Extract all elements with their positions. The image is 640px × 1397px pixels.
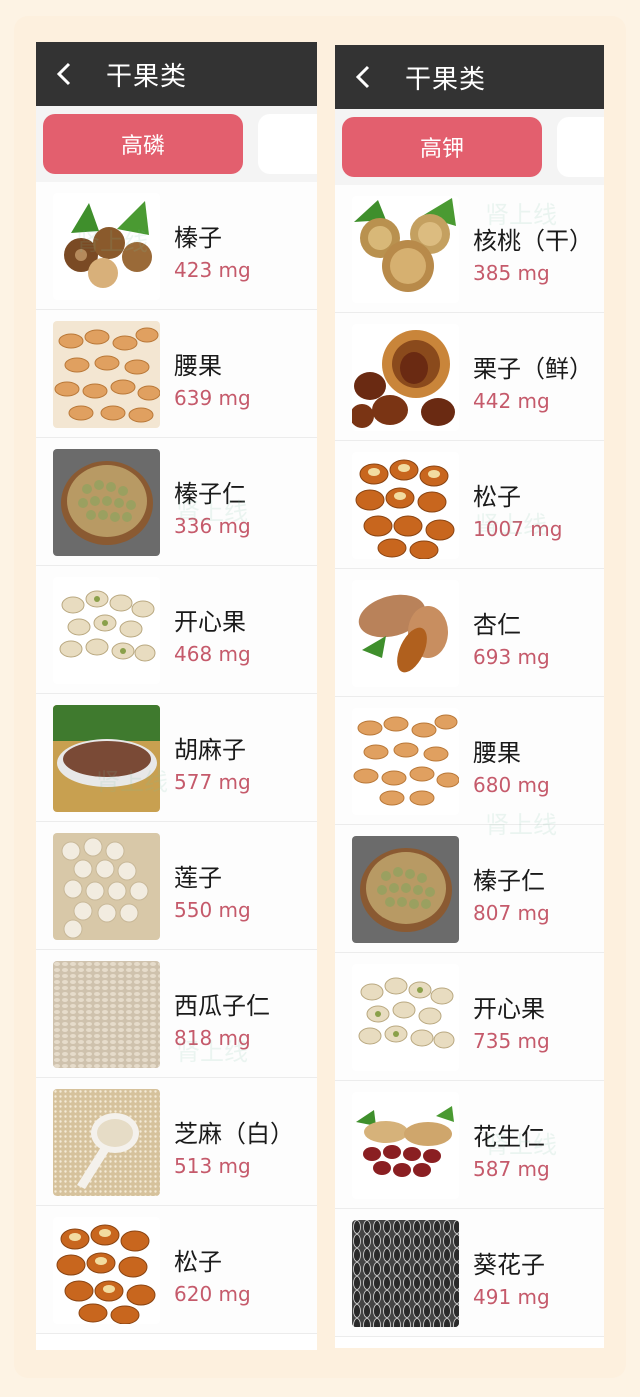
- food-image: [352, 1220, 459, 1327]
- food-amount: 735 mg: [473, 1029, 550, 1053]
- food-image: [53, 193, 160, 300]
- food-amount: 513 mg: [174, 1154, 251, 1178]
- list-item[interactable]: 开心果 735 mg: [335, 953, 604, 1081]
- food-amount: 550 mg: [174, 898, 251, 922]
- food-name: 榛子: [174, 224, 222, 252]
- food-amount: 423 mg: [174, 258, 251, 282]
- back-button[interactable]: [36, 42, 92, 106]
- food-amount: 491 mg: [473, 1285, 550, 1309]
- food-amount: 468 mg: [174, 642, 251, 666]
- list-item[interactable]: 腰果 680 mg: [335, 697, 604, 825]
- food-image: [53, 577, 160, 684]
- food-amount: 693 mg: [473, 645, 550, 669]
- left-tab-bar: 高磷: [36, 106, 317, 182]
- food-amount: 442 mg: [473, 389, 550, 413]
- food-amount: 587 mg: [473, 1157, 550, 1181]
- food-amount: 807 mg: [473, 901, 550, 925]
- food-name: 榛子仁: [473, 867, 545, 895]
- food-image: [352, 452, 459, 559]
- list-item[interactable]: 松子 1007 mg: [335, 441, 604, 569]
- right-header: 干果类: [335, 45, 604, 109]
- food-image: [53, 321, 160, 428]
- list-item[interactable]: 杏仁 693 mg: [335, 569, 604, 697]
- list-item[interactable]: 胡麻子 577 mg: [36, 694, 317, 822]
- food-name: 核桃（干）: [473, 227, 593, 255]
- back-button[interactable]: [335, 45, 391, 109]
- food-name: 西瓜子仁: [174, 992, 270, 1020]
- right-panel: 干果类 高钾 核桃（干） 385 mg 栗子（鲜） 442 mg 松子 1007…: [335, 45, 604, 1348]
- food-image: [53, 961, 160, 1068]
- tab-next[interactable]: [557, 117, 604, 177]
- list-item[interactable]: 莲子 550 mg: [36, 822, 317, 950]
- food-name: 开心果: [174, 608, 246, 636]
- food-name: 莲子: [174, 864, 222, 892]
- food-image: [352, 708, 459, 815]
- list-item[interactable]: 花生仁 587 mg: [335, 1081, 604, 1209]
- food-image: [352, 580, 459, 687]
- food-name: 杏仁: [473, 611, 521, 639]
- list-item[interactable]: 榛子仁 336 mg: [36, 438, 317, 566]
- list-item[interactable]: 腰果 639 mg: [36, 310, 317, 438]
- food-amount: 680 mg: [473, 773, 550, 797]
- tab-next[interactable]: [258, 114, 317, 174]
- food-image: [53, 1089, 160, 1196]
- food-image: [352, 1092, 459, 1199]
- left-food-list: 榛子 423 mg 腰果 639 mg 榛子仁 336 mg 开心果 468 m…: [36, 182, 317, 1334]
- food-name: 栗子（鲜）: [473, 355, 593, 383]
- tab-high-phosphorus[interactable]: 高磷: [43, 114, 243, 174]
- list-item[interactable]: 西瓜子仁 818 mg: [36, 950, 317, 1078]
- food-image: [352, 964, 459, 1071]
- food-image: [53, 833, 160, 940]
- food-name: 花生仁: [473, 1123, 545, 1151]
- page-title: 干果类: [106, 61, 188, 92]
- food-name: 松子: [174, 1248, 222, 1276]
- food-amount: 639 mg: [174, 386, 251, 410]
- list-item[interactable]: 芝麻（白） 513 mg: [36, 1078, 317, 1206]
- left-header: 干果类: [36, 42, 317, 106]
- food-amount: 818 mg: [174, 1026, 251, 1050]
- food-name: 胡麻子: [174, 736, 246, 764]
- food-name: 松子: [473, 483, 521, 511]
- list-item[interactable]: 榛子仁 807 mg: [335, 825, 604, 953]
- food-amount: 1007 mg: [473, 517, 563, 541]
- left-panel: 干果类 高磷 榛子 423 mg 腰果 639 mg 榛子仁 336 mg 开心…: [36, 42, 317, 1350]
- tab-high-potassium[interactable]: 高钾: [342, 117, 542, 177]
- list-item[interactable]: 核桃（干） 385 mg: [335, 185, 604, 313]
- page-title: 干果类: [405, 64, 487, 95]
- food-image: [352, 324, 459, 431]
- food-name: 榛子仁: [174, 480, 246, 508]
- right-tab-bar: 高钾: [335, 109, 604, 185]
- list-item[interactable]: 葵花子 491 mg: [335, 1209, 604, 1337]
- food-name: 开心果: [473, 995, 545, 1023]
- food-image: [352, 196, 459, 303]
- chevron-left-icon: [56, 62, 71, 86]
- food-amount: 577 mg: [174, 770, 251, 794]
- food-name: 葵花子: [473, 1251, 545, 1279]
- list-item[interactable]: 松子 620 mg: [36, 1206, 317, 1334]
- food-name: 腰果: [174, 352, 222, 380]
- food-amount: 620 mg: [174, 1282, 251, 1306]
- chevron-left-icon: [355, 65, 370, 89]
- food-amount: 336 mg: [174, 514, 251, 538]
- food-image: [53, 1217, 160, 1324]
- food-name: 腰果: [473, 739, 521, 767]
- food-image: [53, 705, 160, 812]
- food-name: 芝麻（白）: [174, 1120, 294, 1148]
- list-item[interactable]: 榛子 423 mg: [36, 182, 317, 310]
- food-amount: 385 mg: [473, 261, 550, 285]
- food-image: [53, 449, 160, 556]
- list-item[interactable]: 栗子（鲜） 442 mg: [335, 313, 604, 441]
- list-item[interactable]: 开心果 468 mg: [36, 566, 317, 694]
- right-food-list: 核桃（干） 385 mg 栗子（鲜） 442 mg 松子 1007 mg 杏仁 …: [335, 185, 604, 1337]
- food-image: [352, 836, 459, 943]
